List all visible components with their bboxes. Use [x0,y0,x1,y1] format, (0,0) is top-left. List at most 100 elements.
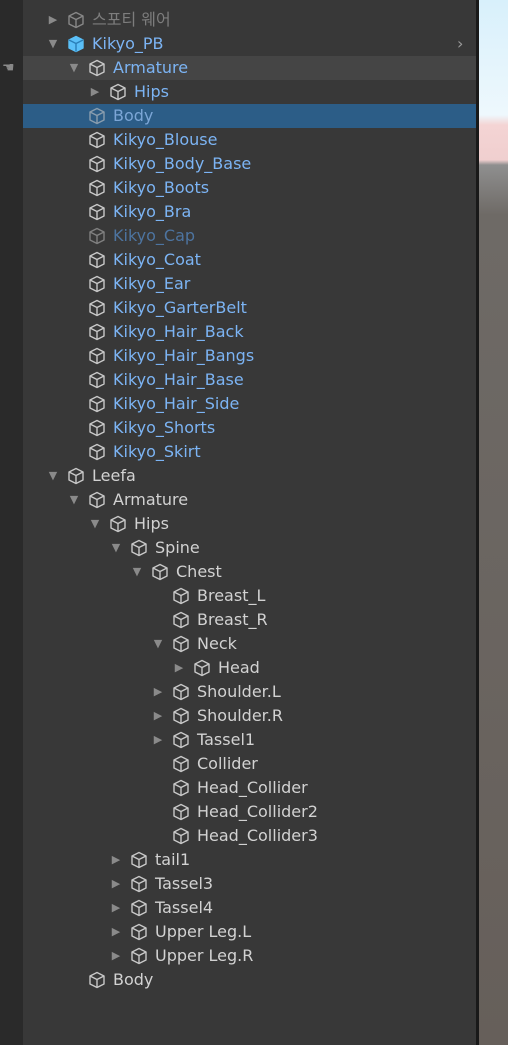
hierarchy-row[interactable]: Kikyo_GarterBelt [0,296,476,320]
hierarchy-row[interactable]: Head_Collider3 [0,824,476,848]
expanded-arrow-icon[interactable]: ▼ [47,464,59,488]
expanded-arrow-icon[interactable]: ▼ [89,512,101,536]
open-prefab-chevron-icon[interactable]: › [457,32,463,56]
hierarchy-row[interactable]: ▶ Shoulder.L [0,680,476,704]
hierarchy-row[interactable]: Collider [0,752,476,776]
gameobject-cube-icon [88,179,106,197]
hierarchy-row[interactable]: ▶ Shoulder.R [0,704,476,728]
row-label: Kikyo_Coat [113,250,201,269]
expanded-arrow-icon[interactable]: ▼ [47,32,59,56]
gameobject-cube-icon [88,419,106,437]
hierarchy-row[interactable]: Body [0,968,476,992]
gameobject-cube-icon [88,227,106,245]
hierarchy-row[interactable]: Kikyo_Hair_Base [0,368,476,392]
row-label: Armature [113,490,189,509]
hierarchy-row[interactable]: Head_Collider2 [0,800,476,824]
gameobject-cube-icon [130,539,148,557]
hierarchy-row[interactable]: ▶ tail1 [0,848,476,872]
hierarchy-row[interactable]: ▶ Tassel3 [0,872,476,896]
row-label: Kikyo_Cap [113,226,196,245]
collapsed-arrow-icon[interactable]: ▶ [47,8,59,32]
expanded-arrow-icon[interactable]: ▼ [68,56,80,80]
row-label: Kikyo_PB [92,34,164,53]
scene-view-edge[interactable] [479,0,508,1045]
hierarchy-row[interactable]: Body [23,104,476,128]
hierarchy-row[interactable]: ▶ Upper Leg.L [0,920,476,944]
expanded-arrow-icon[interactable]: ▼ [131,560,143,584]
hierarchy-row[interactable]: ▶ Upper Leg.R [0,944,476,968]
gameobject-cube-icon [88,155,106,173]
hierarchy-row[interactable]: Kikyo_Coat [0,248,476,272]
row-label: 스포티 웨어 [92,10,171,29]
row-label: Head_Collider2 [197,802,318,821]
hierarchy-row[interactable]: Breast_L [0,584,476,608]
row-label: Leefa [92,466,136,485]
row-label: Breast_R [197,610,268,629]
gameobject-cube-icon [172,803,190,821]
gameobject-cube-icon [88,971,106,989]
hierarchy-row[interactable]: ▼ Spine [0,536,476,560]
gameobject-cube-icon [172,755,190,773]
gameobject-cube-icon [88,371,106,389]
collapsed-arrow-icon[interactable]: ▶ [152,728,164,752]
collapsed-arrow-icon[interactable]: ▶ [173,656,185,680]
hierarchy-row[interactable]: ▼ Armature ☚ [2,56,476,80]
hierarchy-row[interactable]: Kikyo_Ear [0,272,476,296]
gameobject-cube-icon [88,395,106,413]
hierarchy-row[interactable]: ▶ Tassel1 [0,728,476,752]
row-label: Tassel1 [197,730,256,749]
gameobject-cube-icon [88,347,106,365]
hierarchy-row[interactable]: ▶ Head [0,656,476,680]
hierarchy-row[interactable]: ▶ Tassel4 [0,896,476,920]
row-label: Shoulder.L [197,682,281,701]
row-label: Breast_L [197,586,266,605]
row-label: tail1 [155,850,191,869]
row-label: Body [113,106,154,125]
hierarchy-row[interactable]: ▼ Armature [0,488,476,512]
row-label: Chest [176,562,222,581]
hierarchy-row[interactable]: ▼ Neck [0,632,476,656]
gameobject-cube-icon [172,587,190,605]
gameobject-cube-icon [88,107,106,125]
hierarchy-row[interactable]: Breast_R [0,608,476,632]
hierarchy-row[interactable]: Kikyo_Cap [0,224,476,248]
hierarchy-row[interactable]: Kikyo_Hair_Side [0,392,476,416]
row-label: Collider [197,754,258,773]
expanded-arrow-icon[interactable]: ▼ [152,632,164,656]
collapsed-arrow-icon[interactable]: ▶ [152,680,164,704]
hierarchy-row[interactable]: Kikyo_Hair_Back [0,320,476,344]
hierarchy-row[interactable]: Kikyo_Hair_Bangs [0,344,476,368]
gameobject-cube-icon [172,731,190,749]
hierarchy-row[interactable]: ▼ Kikyo_PB › [0,32,476,56]
hierarchy-row[interactable]: ▼ Hips [0,512,476,536]
row-label: Head [218,658,260,677]
row-label: Kikyo_Shorts [113,418,216,437]
hierarchy-row[interactable]: Kikyo_Shorts [0,416,476,440]
hierarchy-row[interactable]: Kikyo_Skirt [0,440,476,464]
hierarchy-row[interactable]: ▶ 스포티 웨어 [0,8,476,32]
collapsed-arrow-icon[interactable]: ▶ [110,872,122,896]
hierarchy-row[interactable]: ▼ Chest [0,560,476,584]
hierarchy-row[interactable]: Kikyo_Bra [0,200,476,224]
hierarchy-row[interactable]: ▶ Hips [0,80,476,104]
collapsed-arrow-icon[interactable]: ▶ [89,80,101,104]
hierarchy-row[interactable]: Kikyo_Blouse [0,128,476,152]
gameobject-cube-icon [130,899,148,917]
row-label: Kikyo_Hair_Back [113,322,244,341]
collapsed-arrow-icon[interactable]: ▶ [110,920,122,944]
hierarchy-row[interactable]: Kikyo_Body_Base [0,152,476,176]
gameobject-cube-icon [130,875,148,893]
expanded-arrow-icon[interactable]: ▼ [110,536,122,560]
expanded-arrow-icon[interactable]: ▼ [68,488,80,512]
gameobject-cube-icon [151,563,169,581]
row-label: Armature [113,58,189,77]
collapsed-arrow-icon[interactable]: ▶ [110,848,122,872]
prefab-cube-icon [67,35,85,53]
row-label: Hips [134,82,169,101]
hierarchy-row[interactable]: Kikyo_Boots [0,176,476,200]
collapsed-arrow-icon[interactable]: ▶ [152,704,164,728]
collapsed-arrow-icon[interactable]: ▶ [110,896,122,920]
hierarchy-row[interactable]: ▼ Leefa [0,464,476,488]
hierarchy-row[interactable]: Head_Collider [0,776,476,800]
collapsed-arrow-icon[interactable]: ▶ [110,944,122,968]
